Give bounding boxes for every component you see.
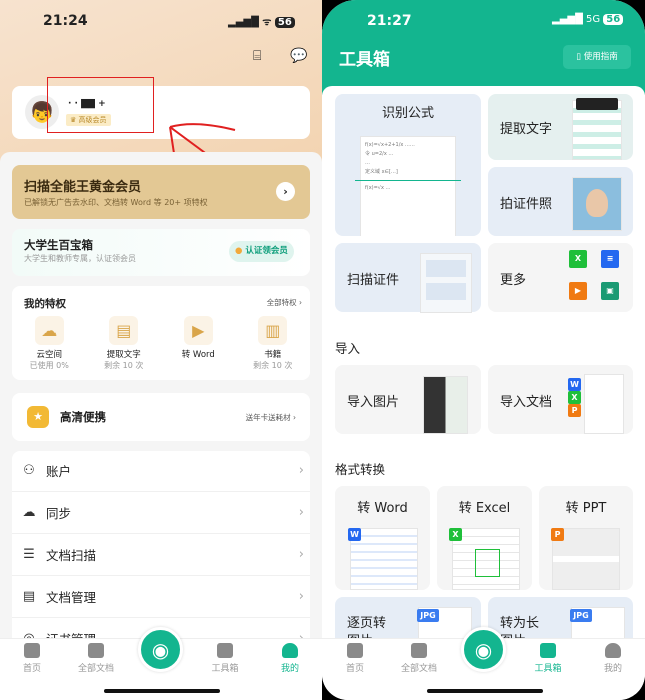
word-convert-icon: ▶: [183, 316, 213, 345]
section-import: 导入: [335, 341, 361, 356]
verify-button[interactable]: ● 认证领会员: [229, 241, 294, 262]
section-convert: 格式转换: [335, 462, 386, 477]
convert-excel[interactable]: 转 Excel X: [437, 486, 532, 590]
scan-icon: ☰: [23, 547, 35, 562]
privilege-word[interactable]: ▶ 转 Word: [161, 316, 236, 371]
tab-toolbox[interactable]: 工具箱: [518, 643, 578, 674]
student-card[interactable]: 大学生百宝箱 大学生和教师专属，认证领会员 ● 认证领会员: [12, 229, 310, 276]
convert-word[interactable]: 转 Word W: [335, 486, 430, 590]
home-indicator: [104, 689, 220, 693]
home-icon: [347, 643, 363, 658]
docs-icon: [88, 643, 104, 658]
privileges-card: 我的特权 全部特权 › ☁ 云空间 已使用 0% ▤ 提取文字 剩余 10 次 ▶ 转 W…: [12, 286, 310, 380]
excel-icon: X: [449, 528, 462, 541]
toolbox-icon: [540, 643, 556, 658]
image-icon: ▣: [601, 282, 619, 300]
tool-id-photo[interactable]: 拍证件照: [488, 167, 633, 236]
toolbox-icon: [217, 643, 233, 658]
cloud-sync-icon: ☁: [22, 505, 36, 520]
tab-home[interactable]: 首页: [325, 643, 385, 674]
tab-all-docs[interactable]: 全部文档: [66, 643, 126, 674]
tab-home[interactable]: 首页: [2, 643, 62, 674]
excel-icon: X: [569, 250, 587, 268]
person-icon: [282, 643, 298, 658]
privilege-cloud[interactable]: ☁ 云空间 已使用 0%: [12, 316, 87, 371]
all-privileges-link[interactable]: 全部特权 ›: [267, 297, 302, 308]
status-icons: ▂▄▆█ ᯤ 56: [228, 14, 295, 28]
privileges-title: 我的特权: [24, 298, 66, 310]
guide-button[interactable]: ▯ 使用指南: [563, 45, 631, 69]
page-title: 工具箱: [339, 50, 390, 70]
gold-subtitle: 已解锁无广告去水印、文档转 Word 等 20+ 项特权: [24, 198, 208, 207]
privilege-book[interactable]: ▥ 书籍 剩余 10 次: [236, 316, 311, 371]
ppt-icon: ▶: [569, 282, 587, 300]
status-time: 21:24: [43, 13, 88, 29]
toolbox-screen: 21:27 ▂▄▆█ 5G 56 工具箱 ▯ 使用指南 识别公式 f(x)=√x+…: [322, 0, 645, 700]
message-icon[interactable]: 💬: [290, 48, 307, 64]
document-icon: ▤: [22, 589, 36, 604]
status-icons: ▂▄▆█ 5G 56: [552, 14, 624, 25]
tab-mine[interactable]: 我的: [260, 643, 320, 674]
scan-icon[interactable]: ⌸: [253, 48, 261, 64]
student-subtitle: 大学生和教师专属，认证领会员: [24, 254, 136, 263]
hd-title: 高清便携: [60, 410, 106, 424]
camera-button[interactable]: ◉: [461, 627, 506, 672]
annotation-box: [47, 77, 154, 133]
jpg-icon: JPG: [417, 609, 439, 622]
student-title: 大学生百宝箱: [24, 238, 93, 252]
profile-screen: 21:24 ▂▄▆█ ᯤ 56 ⌸ 💬 👦 · · ▇▇ + ♛ 高级会员 扫描…: [0, 0, 322, 700]
menu-item-docs[interactable]: ▤ 文档管理 ›: [12, 576, 310, 618]
hd-portable-card[interactable]: ★ 高清便携 送年卡送耗材 ›: [12, 393, 310, 441]
camera-button[interactable]: ◉: [138, 627, 183, 672]
status-time: 21:27: [367, 13, 412, 29]
import-image[interactable]: 导入图片: [335, 365, 481, 434]
ppt-icon: P: [551, 528, 564, 541]
hd-link[interactable]: 送年卡送耗材 ›: [246, 412, 296, 423]
star-badge-icon: ★: [27, 406, 49, 428]
doc-icon: ≡: [601, 250, 619, 268]
import-document[interactable]: 导入文档 W X P: [488, 365, 633, 434]
menu-item-sync[interactable]: ☁ 同步 ›: [12, 492, 310, 534]
home-icon: [24, 643, 40, 658]
person-icon: [605, 643, 621, 658]
gold-title: 扫描全能王黄金会员: [24, 180, 142, 195]
guide-icon: ▯: [576, 52, 581, 62]
cloud-upload-icon: ☁: [34, 316, 64, 345]
tab-mine[interactable]: 我的: [583, 643, 643, 674]
convert-ppt[interactable]: 转 PPT P: [539, 486, 633, 590]
tool-more[interactable]: 更多 X ≡ ▶ ▣: [488, 243, 633, 312]
privilege-text[interactable]: ▤ 提取文字 剩余 10 次: [87, 316, 162, 371]
chevron-right-icon[interactable]: ›: [276, 182, 295, 201]
privilege-list: ☁ 云空间 已使用 0% ▤ 提取文字 剩余 10 次 ▶ 转 Word ▥ 书籍 剩余 10…: [12, 316, 310, 371]
tool-scan-id[interactable]: 扫描证件: [335, 243, 481, 313]
docs-icon: [411, 643, 427, 658]
book-icon: ▥: [258, 316, 288, 345]
text-extract-icon: ▤: [109, 316, 139, 345]
user-icon: ⚇: [23, 463, 35, 478]
menu-item-account[interactable]: ⚇ 账户 ›: [12, 450, 310, 492]
jpg-icon: JPG: [570, 609, 592, 622]
menu-item-scan[interactable]: ☰ 文档扫描 ›: [12, 534, 310, 576]
tool-formula[interactable]: 识别公式 f(x)=√x+2+1/x …… 令 u=2/x …… 定义域 x∈[…] f…: [335, 94, 481, 236]
tab-toolbox[interactable]: 工具箱: [195, 643, 255, 674]
gold-member-card[interactable]: 扫描全能王黄金会员 已解锁无广告去水印、文档转 Word 等 20+ 项特权 ›: [12, 165, 310, 219]
tab-all-docs[interactable]: 全部文档: [389, 643, 449, 674]
home-indicator: [427, 689, 543, 693]
word-icon: W: [348, 528, 361, 541]
tool-extract-text[interactable]: 提取文字: [488, 94, 633, 160]
